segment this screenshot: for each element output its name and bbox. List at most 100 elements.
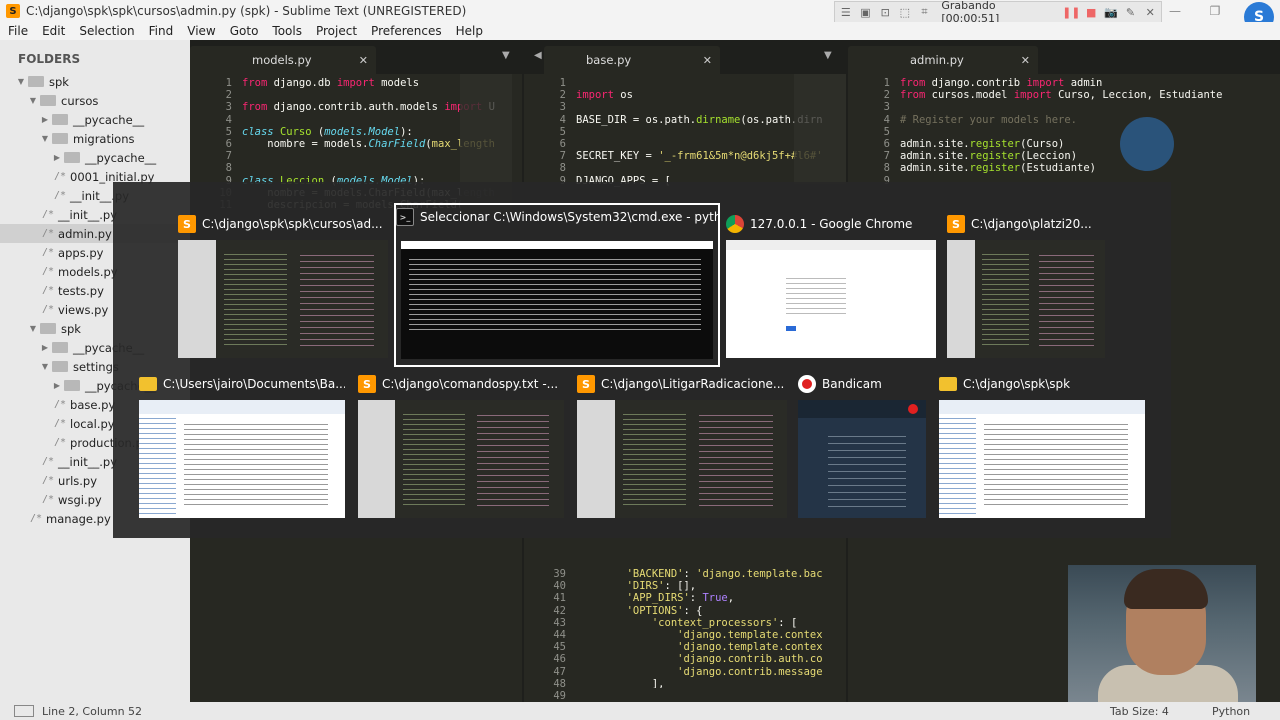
- code-line[interactable]: [576, 162, 823, 174]
- switcher-window[interactable]: >_ Seleccionar C:\Windows\System32\cmd.ex…: [394, 203, 720, 367]
- chevron-right-icon[interactable]: ▶: [52, 153, 62, 162]
- folder-item[interactable]: ▶ __pycache__: [0, 148, 190, 167]
- line-number: 8: [559, 162, 566, 175]
- code-line[interactable]: nombre = models.CharField(max_length: [242, 138, 495, 150]
- close-icon[interactable]: ✕: [1143, 5, 1157, 19]
- close-tab-icon[interactable]: ✕: [359, 54, 368, 67]
- code-line[interactable]: 'django.contrib.auth.co: [576, 653, 823, 665]
- code-line[interactable]: class Curso (models.Model):: [242, 126, 495, 138]
- chevron-down-icon[interactable]: ▼: [28, 324, 38, 333]
- menu-preferences[interactable]: Preferences: [371, 24, 442, 38]
- close-tab-icon[interactable]: ✕: [703, 54, 712, 67]
- tab-size[interactable]: Tab Size: 4: [1110, 705, 1169, 718]
- fullscreen-capture-icon[interactable]: ⬚: [898, 5, 912, 19]
- close-tab-icon[interactable]: ✕: [1021, 54, 1030, 67]
- switcher-window[interactable]: 127.0.0.1 - Google Chrome: [726, 212, 936, 358]
- folder-item[interactable]: ▼ spk: [0, 72, 190, 91]
- chevron-right-icon[interactable]: ▶: [40, 343, 50, 352]
- panel-toggle-icon[interactable]: [14, 705, 34, 717]
- code-line[interactable]: [242, 89, 495, 101]
- switcher-window[interactable]: C:\Users\jairo\Documents\Ba...: [139, 372, 345, 518]
- chevron-down-icon[interactable]: ▼: [28, 96, 38, 105]
- tab-dropdown-icon[interactable]: ▼: [824, 50, 832, 61]
- code-line[interactable]: SECRET_KEY = '_-frm61&5m*n@d6kj5f+#l6#': [576, 150, 823, 162]
- code-line[interactable]: [576, 138, 823, 150]
- switcher-window[interactable]: S C:\django\spk\spk\cursos\ad...: [178, 212, 388, 358]
- chevron-down-icon[interactable]: ▼: [40, 134, 50, 143]
- tab-dropdown-icon[interactable]: ▼: [502, 50, 510, 61]
- menu-icon[interactable]: ☰: [839, 5, 853, 19]
- tab-dropdown-icon[interactable]: ◀: [534, 50, 542, 61]
- cmd-icon: >_: [396, 208, 414, 226]
- crop-icon[interactable]: ⌗: [918, 5, 932, 19]
- minimize-button[interactable]: —: [1160, 0, 1190, 22]
- line-number: 1: [559, 77, 566, 89]
- switcher-window[interactable]: S C:\django\platzi20...: [947, 212, 1105, 358]
- code-line[interactable]: [576, 77, 823, 89]
- stop-icon[interactable]: ■: [1084, 5, 1098, 19]
- syntax-mode[interactable]: Python: [1212, 705, 1250, 718]
- line-number: 45: [553, 641, 566, 654]
- pause-icon[interactable]: ❚❚: [1062, 5, 1080, 19]
- code-line[interactable]: [576, 101, 823, 113]
- menu-file[interactable]: File: [8, 24, 28, 38]
- code-line[interactable]: 'django.template.contex: [576, 629, 823, 641]
- region-capture-icon[interactable]: ⊡: [878, 5, 892, 19]
- camera-icon[interactable]: 📷: [1104, 5, 1118, 19]
- code-line[interactable]: 'django.contrib.message: [576, 666, 823, 678]
- code-line[interactable]: [242, 162, 495, 174]
- tab-admin[interactable]: admin.py ✕: [848, 46, 1038, 74]
- folder-icon: [40, 95, 56, 106]
- minimap[interactable]: [794, 74, 846, 184]
- chevron-down-icon[interactable]: ▼: [40, 362, 50, 371]
- code-line[interactable]: admin.site.register(Curso): [900, 138, 1222, 150]
- code-line[interactable]: 'context_processors': [: [576, 617, 823, 629]
- maximize-button[interactable]: ❐: [1200, 0, 1230, 22]
- menu-find[interactable]: Find: [149, 24, 174, 38]
- menu-project[interactable]: Project: [316, 24, 357, 38]
- switcher-window[interactable]: C:\django\spk\spk: [939, 372, 1145, 518]
- code-line[interactable]: 'DIRS': [],: [576, 580, 823, 592]
- menu-goto[interactable]: Goto: [230, 24, 259, 38]
- code-line[interactable]: [242, 150, 495, 162]
- line-number: 42: [553, 604, 566, 617]
- folder-item[interactable]: ▼ cursos: [0, 91, 190, 110]
- menu-view[interactable]: View: [187, 24, 215, 38]
- code-line[interactable]: 'APP_DIRS': True,: [576, 592, 823, 604]
- menu-help[interactable]: Help: [456, 24, 483, 38]
- chevron-down-icon[interactable]: ▼: [16, 77, 26, 86]
- menu-edit[interactable]: Edit: [42, 24, 65, 38]
- code-line[interactable]: 'OPTIONS': {: [576, 605, 823, 617]
- code-line[interactable]: ],: [576, 678, 823, 688]
- menu-tools[interactable]: Tools: [272, 24, 302, 38]
- menu-selection[interactable]: Selection: [79, 24, 134, 38]
- code-line[interactable]: admin.site.register(Estudiante): [900, 162, 1222, 174]
- code-line[interactable]: from cursos.model import Curso, Leccion,…: [900, 89, 1222, 101]
- window-capture-icon[interactable]: ▣: [859, 5, 873, 19]
- code-line[interactable]: [576, 126, 823, 138]
- code-line[interactable]: [242, 114, 495, 126]
- code-line[interactable]: from django.contrib.auth.models import U: [242, 101, 495, 113]
- switcher-window[interactable]: S C:\django\comandospy.txt -...: [358, 372, 564, 518]
- window-thumbnail: [178, 240, 388, 358]
- chevron-right-icon[interactable]: ▶: [40, 115, 50, 124]
- code-line[interactable]: admin.site.register(Leccion): [900, 150, 1222, 162]
- pen-icon[interactable]: ✎: [1124, 5, 1138, 19]
- code-line[interactable]: from django.contrib import admin: [900, 77, 1222, 89]
- code-line[interactable]: from django.db import models: [242, 77, 495, 89]
- code-line[interactable]: BASE_DIR = os.path.dirname(os.path.dirn: [576, 114, 823, 126]
- code-line[interactable]: 'BACKEND': 'django.template.bac: [576, 568, 823, 580]
- code-line[interactable]: [900, 126, 1222, 138]
- code-line[interactable]: import os: [576, 89, 823, 101]
- folder-item[interactable]: ▼ migrations: [0, 129, 190, 148]
- code-line[interactable]: # Register your models here.: [900, 114, 1222, 126]
- folder-item[interactable]: ▶ __pycache__: [0, 110, 190, 129]
- switcher-window[interactable]: S C:\django\LitigarRadicacione...: [577, 372, 787, 518]
- code-line[interactable]: 'django.template.contex: [576, 641, 823, 653]
- tab-base[interactable]: base.py ✕: [544, 46, 720, 74]
- tab-models[interactable]: models.py ✕: [190, 46, 376, 74]
- code-line[interactable]: [900, 101, 1222, 113]
- line-number: 1: [883, 77, 890, 89]
- switcher-window[interactable]: Bandicam: [798, 372, 926, 518]
- chevron-right-icon[interactable]: ▶: [52, 381, 62, 390]
